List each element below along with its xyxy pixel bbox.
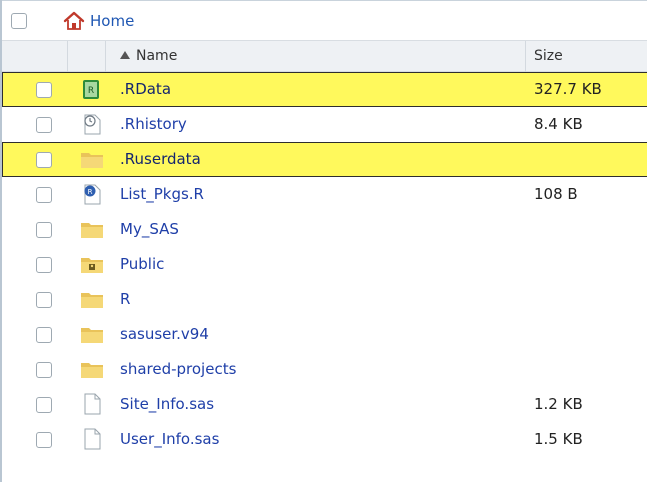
file-name-link[interactable]: .RData (120, 80, 171, 98)
file-row[interactable]: User_Info.sas 1.5 KB (2, 422, 647, 457)
history-icon (80, 113, 104, 135)
files-pane: Home Name Size R .RData 327.7 KB .Rhistory 8… (0, 0, 647, 482)
file-name-link[interactable]: sasuser.v94 (120, 325, 209, 343)
file-name-link[interactable]: R (120, 290, 130, 308)
file-row[interactable]: My_SAS (2, 212, 647, 247)
file-name-link[interactable]: .Rhistory (120, 115, 187, 133)
file-name-link[interactable]: User_Info.sas (120, 430, 219, 448)
file-icon (80, 393, 104, 415)
sort-ascending-icon (120, 51, 130, 59)
folder-icon (80, 218, 104, 240)
svg-text:R: R (88, 86, 94, 96)
folder-icon (80, 323, 104, 345)
file-row[interactable]: Site_Info.sas 1.2 KB (2, 387, 647, 422)
file-row[interactable]: shared-projects (2, 352, 647, 387)
file-size: 1.5 KB (534, 430, 583, 448)
file-checkbox[interactable] (36, 117, 52, 133)
file-size: 327.7 KB (534, 80, 602, 98)
file-row[interactable]: R List_Pkgs.R 108 B (2, 177, 647, 212)
file-checkbox[interactable] (36, 362, 52, 378)
home-icon[interactable] (63, 11, 85, 31)
breadcrumb-home-link[interactable]: Home (90, 12, 134, 30)
file-size: 108 B (534, 185, 578, 203)
file-checkbox[interactable] (36, 187, 52, 203)
file-row[interactable]: .Ruserdata (2, 142, 647, 177)
file-checkbox[interactable] (36, 327, 52, 343)
folder-icon (80, 288, 104, 310)
file-checkbox[interactable] (36, 292, 52, 308)
select-all-checkbox[interactable] (11, 13, 27, 29)
size-column-header[interactable]: Size (534, 48, 563, 64)
rdata-icon: R (80, 78, 104, 100)
file-row[interactable]: .Rhistory 8.4 KB (2, 107, 647, 142)
file-size: 8.4 KB (534, 115, 583, 133)
folder-icon (80, 358, 104, 380)
breadcrumb: Home (2, 0, 647, 40)
file-checkbox[interactable] (36, 257, 52, 273)
file-row[interactable]: R (2, 282, 647, 317)
file-row[interactable]: sasuser.v94 (2, 317, 647, 352)
public-folder-icon (80, 253, 104, 275)
file-list-header: Name Size (2, 40, 647, 72)
file-row[interactable]: Public (2, 247, 647, 282)
file-checkbox[interactable] (36, 397, 52, 413)
file-icon (80, 428, 104, 450)
file-checkbox[interactable] (36, 222, 52, 238)
file-row[interactable]: R .RData 327.7 KB (2, 72, 647, 107)
file-name-link[interactable]: Site_Info.sas (120, 395, 214, 413)
file-name-link[interactable]: Public (120, 255, 164, 273)
file-name-link[interactable]: List_Pkgs.R (120, 185, 204, 203)
file-size: 1.2 KB (534, 395, 583, 413)
svg-text:R: R (88, 188, 93, 196)
file-checkbox[interactable] (36, 152, 52, 168)
file-checkbox[interactable] (36, 432, 52, 448)
file-name-link[interactable]: shared-projects (120, 360, 236, 378)
file-checkbox[interactable] (36, 82, 52, 98)
name-column-header[interactable]: Name (120, 48, 177, 64)
file-name-link[interactable]: .Ruserdata (120, 150, 201, 168)
r-script-icon: R (80, 183, 104, 205)
folder-icon (80, 148, 104, 170)
file-name-link[interactable]: My_SAS (120, 220, 179, 238)
